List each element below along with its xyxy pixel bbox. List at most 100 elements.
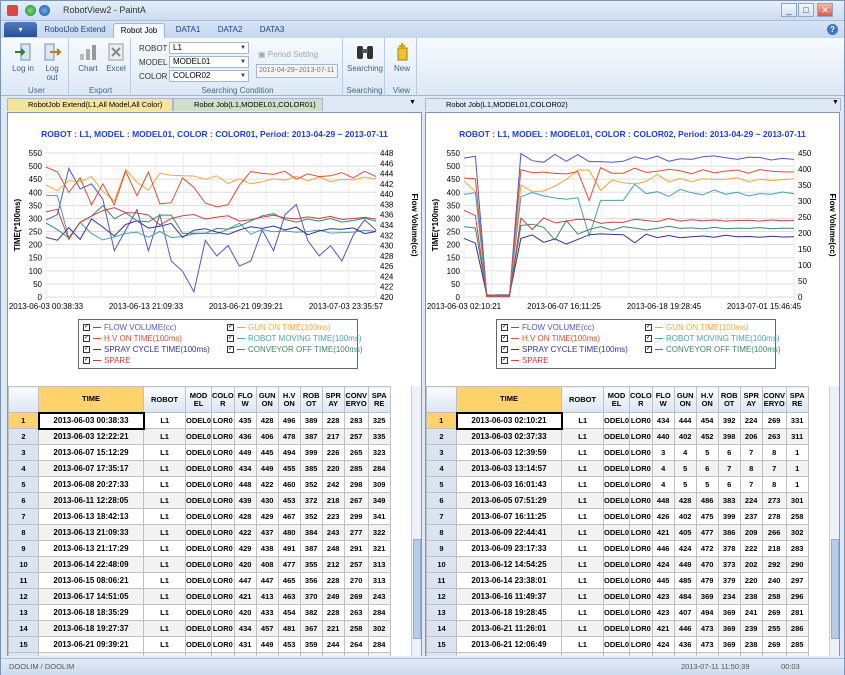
table-cell[interactable]: 382 xyxy=(299,604,323,621)
table-cell[interactable]: 301 xyxy=(785,492,809,509)
table-cell[interactable]: 269 xyxy=(761,412,787,429)
table-cell[interactable]: ODEL0 xyxy=(602,572,631,589)
column-header[interactable]: ROBOT xyxy=(143,386,186,413)
table-cell[interactable]: 435 xyxy=(233,412,257,429)
table-cell[interactable]: 385 xyxy=(299,460,323,477)
table-cell[interactable]: 341 xyxy=(367,508,391,525)
period-range-field[interactable]: 2013-04-29~2013-07-11 xyxy=(256,64,338,78)
table-row[interactable]: 5 2013-06-08 20:27:33 L1 ODEL0 LOR0 448 422 460… xyxy=(8,476,391,493)
table-cell[interactable]: 2013-06-18 18:35:29 xyxy=(38,604,144,621)
table-cell[interactable]: 259 xyxy=(343,652,369,656)
table-cell[interactable]: 2013-06-03 12:22:21 xyxy=(38,428,144,445)
table-cell[interactable]: LOR0 xyxy=(211,460,235,477)
table-cell[interactable]: 1 xyxy=(785,460,809,477)
tab-data1[interactable]: DATA1 xyxy=(169,23,207,38)
table-cell[interactable]: 223 xyxy=(321,508,345,525)
table-cell[interactable]: 2013-06-07 17:35:17 xyxy=(38,460,144,477)
column-header[interactable]: SPR AY xyxy=(739,386,763,413)
legend-checkbox[interactable]: ✓ xyxy=(227,335,234,343)
table-cell[interactable]: 468 xyxy=(277,652,301,656)
table-row[interactable]: 3 2013-06-03 12:39:59 L1 ODEL0 LOR0 3 4 5 6 7 8 1 xyxy=(426,444,809,461)
chart-export-button[interactable]: Chart xyxy=(75,42,101,73)
table-cell[interactable]: ODEL0 xyxy=(184,572,213,589)
table-cell[interactable]: LOR0 xyxy=(211,524,235,541)
table-cell[interactable]: 421 xyxy=(651,620,675,637)
table-cell[interactable]: 448 xyxy=(651,492,675,509)
legend-checkbox[interactable]: ✓ xyxy=(83,357,90,365)
table-cell[interactable]: 438 xyxy=(651,652,675,656)
model-select[interactable]: MODEL01 ▼ xyxy=(169,56,249,68)
table-cell[interactable]: 453 xyxy=(277,636,301,653)
table-cell[interactable]: 2013-06-23 18:53:41 xyxy=(38,652,144,656)
table-row[interactable]: 10 2013-06-14 22:48:09 L1 ODEL0 LOR0 420 408 47… xyxy=(8,556,391,573)
table-cell[interactable]: 436 xyxy=(233,428,257,445)
column-header[interactable]: H.V ON xyxy=(695,386,719,413)
table-cell[interactable]: 331 xyxy=(785,412,809,429)
table-cell[interactable]: 242 xyxy=(321,476,345,493)
table-cell[interactable]: 258 xyxy=(761,588,787,605)
table-cell[interactable]: L1 xyxy=(143,412,186,429)
table-cell[interactable]: 437 xyxy=(255,524,279,541)
table-cell[interactable]: 4 xyxy=(426,460,457,477)
table-cell[interactable]: 413 xyxy=(255,588,279,605)
table-cell[interactable]: LOR0 xyxy=(629,604,653,621)
table-cell[interactable]: 257 xyxy=(343,428,369,445)
table-cell[interactable]: 285 xyxy=(343,460,369,477)
column-header[interactable]: ROB OT xyxy=(299,386,323,413)
table-row[interactable]: 4 2013-06-03 13:14:57 L1 ODEL0 LOR0 4 5 6 7 8 7 1 xyxy=(426,460,809,477)
table-cell[interactable]: 427 xyxy=(233,652,257,656)
legend-checkbox[interactable]: ✓ xyxy=(645,346,652,354)
table-cell[interactable]: L1 xyxy=(561,556,604,573)
table-cell[interactable]: ODEL0 xyxy=(184,636,213,653)
table-cell[interactable]: ODEL0 xyxy=(602,444,631,461)
legend-checkbox[interactable]: ✓ xyxy=(501,335,508,343)
table-cell[interactable]: 2013-06-13 21:17:29 xyxy=(38,540,144,557)
table-cell[interactable]: 11 xyxy=(426,572,457,589)
table-cell[interactable]: 383 xyxy=(717,492,741,509)
table-cell[interactable]: L1 xyxy=(561,444,604,461)
table-row[interactable]: 1 2013-06-03 00:38:33 L1 ODEL0 LOR0 435 428 496… xyxy=(8,411,391,430)
table-cell[interactable]: 429 xyxy=(233,540,257,557)
table-cell[interactable]: 224 xyxy=(739,412,763,429)
table-cell[interactable]: 243 xyxy=(321,524,345,541)
table-row[interactable]: 8 2013-06-09 22:44:41 L1 ODEL0 LOR0 421 405 477… xyxy=(426,524,809,541)
table-cell[interactable]: 1 xyxy=(8,412,39,429)
column-header[interactable]: MOD EL xyxy=(184,386,213,413)
table-cell[interactable]: 265 xyxy=(343,444,369,461)
table-cell[interactable]: 424 xyxy=(651,636,675,653)
table-cell[interactable]: 403 xyxy=(255,652,279,656)
column-header[interactable]: SPA RE xyxy=(367,386,391,413)
table-cell[interactable]: 290 xyxy=(785,556,809,573)
legend-checkbox[interactable]: ✓ xyxy=(501,346,508,354)
table-cell[interactable]: 399 xyxy=(299,444,323,461)
table-cell[interactable]: ODEL0 xyxy=(184,652,213,656)
table-cell[interactable]: 218 xyxy=(321,492,345,509)
table-cell[interactable]: 2013-06-13 21:09:33 xyxy=(38,524,144,541)
table-cell[interactable]: 431 xyxy=(717,652,741,656)
table-cell[interactable]: 8 xyxy=(426,524,457,541)
table-cell[interactable]: L1 xyxy=(561,460,604,477)
table-row[interactable]: 9 2013-06-09 23:17:33 L1 ODEL0 LOR0 446 424 472… xyxy=(426,540,809,557)
scroll-thumb[interactable] xyxy=(413,539,421,639)
table-cell[interactable]: 2013-06-05 07:51:29 xyxy=(456,492,562,509)
table-cell[interactable]: LOR0 xyxy=(211,588,235,605)
table-cell[interactable]: 485 xyxy=(673,572,697,589)
legend-checkbox[interactable]: ✓ xyxy=(83,324,90,332)
table-cell[interactable]: LOR0 xyxy=(211,636,235,653)
table-cell[interactable]: 14 xyxy=(8,620,39,637)
table-cell[interactable]: LOR0 xyxy=(211,476,235,493)
legend-checkbox[interactable]: ✓ xyxy=(645,335,652,343)
table-cell[interactable]: ODEL0 xyxy=(184,460,213,477)
table-cell[interactable]: ODEL0 xyxy=(184,604,213,621)
table-cell[interactable]: 238 xyxy=(739,636,763,653)
table-row[interactable]: 13 2013-06-18 18:35:29 L1 ODEL0 LOR0 420 433 45… xyxy=(8,604,391,621)
table-cell[interactable]: 5 xyxy=(695,444,719,461)
table-cell[interactable]: 373 xyxy=(717,556,741,573)
table-cell[interactable]: 2013-06-03 13:14:57 xyxy=(456,460,562,477)
table-cell[interactable]: 473 xyxy=(695,636,719,653)
table-cell[interactable]: 467 xyxy=(277,508,301,525)
table-cell[interactable]: 226 xyxy=(321,444,345,461)
table-cell[interactable]: LOR0 xyxy=(211,556,235,573)
table-cell[interactable]: 2013-06-21 09:39:21 xyxy=(38,636,144,653)
table-cell[interactable]: 1 xyxy=(426,412,457,429)
